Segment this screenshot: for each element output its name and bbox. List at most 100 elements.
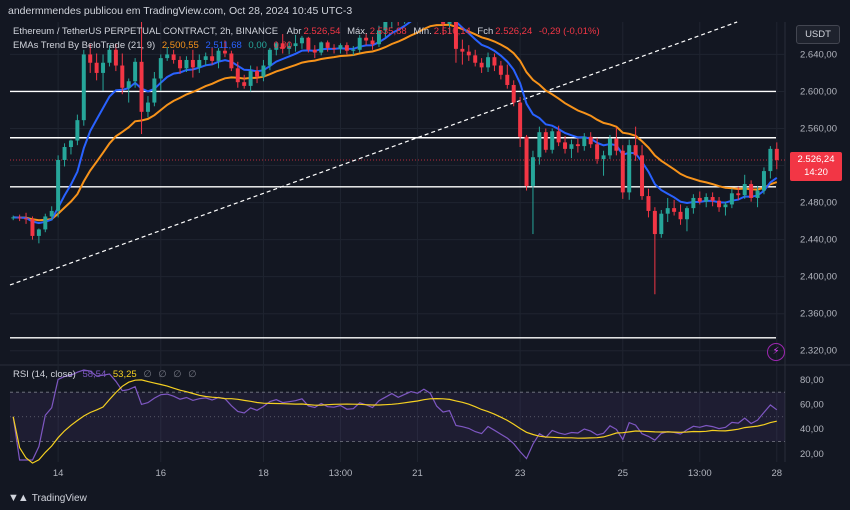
ema-title: EMAs Trend By BeloTrade (21, 9) [13, 40, 156, 51]
time-tick-label: 25 [618, 468, 629, 479]
candle-body [145, 102, 150, 112]
candle-body [229, 53, 234, 69]
candle-body [299, 37, 304, 44]
candle [659, 209, 664, 238]
candle-body [415, 3, 419, 5]
rsi-empty-4: ∅ [188, 369, 197, 380]
candle [518, 97, 523, 148]
candle [498, 60, 503, 80]
candle [614, 127, 619, 156]
candle [68, 139, 73, 155]
price-tick-label: 2.560,00 [800, 123, 837, 134]
candle [30, 216, 35, 240]
tradingview-logo-icon: ▼▲ [8, 492, 29, 504]
rsi-tick-label: 40,00 [800, 424, 824, 435]
time-tick-label: 13:00 [329, 468, 353, 479]
candle-body [351, 49, 356, 51]
candle-body [717, 200, 722, 208]
candle-body [652, 210, 657, 235]
candle-body [627, 145, 632, 193]
candle-body [190, 59, 195, 68]
candle-body [344, 45, 349, 51]
rsi-value: 58,54 [82, 369, 107, 380]
candle-body [36, 229, 41, 236]
price-tick-label: 2.360,00 [800, 309, 837, 320]
candle [563, 135, 568, 154]
currency-unit-button[interactable]: USDT [796, 25, 840, 44]
candle-body [94, 62, 99, 73]
candle [435, 0, 439, 18]
candle [370, 36, 375, 50]
lightning-icon[interactable]: ⚡ [767, 343, 785, 361]
last-price-tag: 2.526,24 14:20 [790, 152, 842, 181]
brand-name: TradingView [31, 492, 87, 504]
candle [627, 139, 632, 200]
candle [255, 66, 260, 84]
candle-body [768, 148, 773, 172]
candle-body [524, 136, 529, 186]
candle-body [575, 144, 580, 147]
candle [397, 22, 399, 26]
candle-body [325, 42, 330, 48]
candle [344, 42, 349, 55]
candle-body [659, 213, 664, 235]
candle-body [24, 218, 29, 220]
candle [409, 0, 413, 15]
candle [56, 155, 61, 218]
candle-body [403, 10, 407, 17]
candle-body [357, 37, 362, 50]
candle [261, 59, 266, 82]
rsi-empty-2: ∅ [158, 369, 167, 380]
symbol-legend: Ethereum / TetherUS PERPETUAL CONTRACT, … [13, 26, 600, 37]
candle [665, 197, 670, 223]
candle [601, 150, 606, 176]
candle-body [601, 155, 606, 160]
candle-body [62, 147, 67, 160]
price-tick-label: 2.320,00 [800, 346, 837, 357]
time-tick-label: 28 [772, 468, 783, 479]
candle [652, 207, 657, 295]
candle-body [364, 37, 369, 41]
candle-body [704, 197, 709, 202]
candle [607, 134, 612, 160]
candle-body [556, 131, 561, 143]
candle [453, 22, 458, 63]
candle-body [563, 142, 568, 149]
candle [620, 145, 625, 199]
tradingview-logo[interactable]: ▼▲ TradingView [8, 492, 87, 504]
candle-body [390, 13, 394, 22]
candle-body [473, 55, 478, 63]
price-tick-label: 2.440,00 [800, 235, 837, 246]
candle-body [614, 138, 619, 151]
candle [415, 0, 419, 11]
rsi-empty-3: ∅ [173, 369, 182, 380]
candle-body [684, 208, 689, 220]
close-label: Fch [477, 26, 494, 37]
ema-fast-value: 2.511,68 [205, 40, 242, 51]
ema-up-value: 0,00 [248, 40, 267, 51]
candle [36, 228, 41, 244]
candle [197, 54, 202, 73]
candle [524, 134, 529, 191]
rsi-ma-value: 53,25 [112, 369, 137, 380]
candle-body [530, 157, 535, 186]
candle [293, 34, 298, 52]
candle [17, 214, 22, 222]
candle-body [235, 68, 240, 83]
time-tick-label: 13:00 [688, 468, 712, 479]
candle-body [633, 145, 638, 156]
candle-body [210, 56, 215, 61]
candle-body [293, 43, 298, 47]
candle-body [588, 136, 593, 145]
ema-slow-value: 2.500,55 [161, 40, 199, 51]
candle [473, 49, 478, 67]
candle [710, 192, 715, 207]
price-chart[interactable]: 2.640,002.600,002.560,002.520,002.480,00… [0, 0, 850, 486]
candle-body [319, 42, 324, 53]
candle-body [511, 84, 516, 103]
candle-body [422, 0, 426, 4]
candle-body [640, 155, 645, 197]
candle [43, 213, 48, 233]
candle-body [17, 217, 22, 219]
candle [646, 188, 651, 218]
